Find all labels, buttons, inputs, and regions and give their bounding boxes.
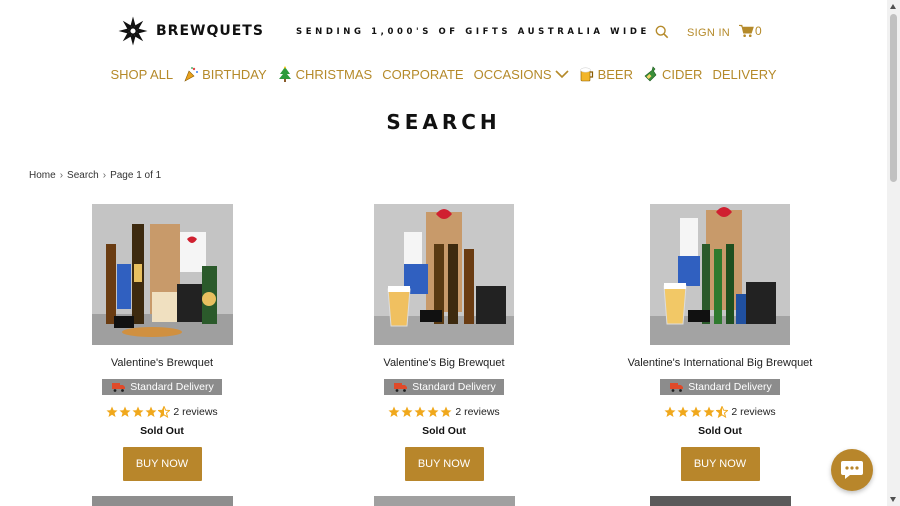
badge-label: Standard Delivery — [130, 381, 214, 393]
star-rating — [388, 406, 452, 418]
product-title[interactable]: Valentine's Big Brewquet — [324, 357, 564, 369]
badge-label: Standard Delivery — [688, 381, 772, 393]
star-full-icon — [440, 406, 452, 417]
product-rating[interactable]: 2 reviews — [600, 406, 840, 418]
cart-icon — [739, 24, 754, 37]
buy-now-button[interactable]: BUY NOW — [680, 447, 760, 481]
product-card: Valentine's Brewquet Standard Delivery 2… — [42, 204, 282, 481]
party-popper-icon — [184, 67, 199, 82]
star-full-icon — [664, 406, 676, 417]
star-rating — [664, 406, 729, 418]
product-image[interactable] — [91, 204, 233, 345]
nav-label: SHOP ALL — [110, 66, 174, 82]
nav-beer[interactable]: BEER — [574, 64, 638, 84]
scroll-thumb[interactable] — [890, 14, 897, 182]
review-count: 2 reviews — [731, 406, 776, 418]
nav-label: CIDER — [662, 66, 703, 82]
page-title: SEARCH — [386, 110, 501, 134]
star-full-icon — [119, 406, 131, 417]
product-card: Valentine's Big Brewquet Standard Delive… — [324, 204, 564, 481]
product-rating[interactable]: 2 reviews — [324, 406, 564, 418]
site-header: BREWQUETS SENDING 1,000'S OF GIFTS AUSTR… — [0, 0, 887, 60]
nav-birthday[interactable]: BIRTHDAY — [178, 64, 272, 84]
truck-icon — [670, 383, 684, 392]
nav-label: BIRTHDAY — [202, 66, 267, 82]
star-rating — [106, 406, 171, 418]
review-count: 2 reviews — [173, 406, 218, 418]
delivery-badge: Standard Delivery — [660, 379, 780, 395]
star-full-icon — [401, 406, 413, 417]
breadcrumb-home[interactable]: Home — [29, 170, 56, 181]
search-icon[interactable] — [655, 25, 669, 39]
christmas-tree-icon — [278, 66, 291, 82]
chevron-down-icon — [555, 70, 569, 79]
cart-count: 0 — [755, 24, 762, 38]
badge-label: Standard Delivery — [412, 381, 496, 393]
truck-icon — [112, 383, 126, 392]
nav-label: BEER — [597, 66, 633, 82]
stock-status: Sold Out — [698, 425, 742, 437]
scroll-down-arrow[interactable] — [890, 497, 896, 502]
star-full-icon — [132, 406, 144, 417]
product-image-partial[interactable] — [650, 496, 791, 506]
logo[interactable]: BREWQUETS — [116, 14, 264, 48]
stock-status: Sold Out — [140, 425, 184, 437]
nav-shop-all[interactable]: SHOP ALL — [105, 64, 178, 84]
nav-occasions[interactable]: OCCASIONS — [469, 64, 574, 84]
tagline: SENDING 1,000'S OF GIFTS AUSTRALIA WIDE — [296, 27, 650, 37]
buy-now-button[interactable]: BUY NOW — [404, 447, 484, 481]
star-full-icon — [414, 406, 426, 417]
star-full-icon — [106, 406, 118, 417]
star-full-icon — [690, 406, 702, 417]
chat-bubble-icon — [841, 461, 863, 479]
main-nav: SHOP ALL BIRTHDAY CHRISTMAS CORPORATE OC… — [0, 64, 887, 84]
gift-hamper-image — [650, 204, 790, 345]
review-count: 2 reviews — [455, 406, 500, 418]
star-full-icon — [145, 406, 157, 417]
product-rating[interactable]: 2 reviews — [42, 406, 282, 418]
breadcrumb-search[interactable]: Search — [67, 170, 99, 181]
product-image-partial[interactable] — [92, 496, 233, 506]
star-full-icon — [677, 406, 689, 417]
breadcrumb-separator: › — [102, 170, 107, 181]
star-full-icon — [703, 406, 715, 417]
sign-in-link[interactable]: SIGN IN — [687, 27, 730, 39]
delivery-badge: Standard Delivery — [102, 379, 222, 395]
breadcrumb: Home › Search › Page 1 of 1 — [29, 170, 161, 181]
bottle-icon — [644, 66, 657, 82]
truck-icon — [394, 383, 408, 392]
beer-mug-icon — [579, 67, 593, 82]
page-scrollbar[interactable] — [887, 0, 900, 506]
logo-flower-icon — [118, 16, 148, 46]
scroll-up-arrow[interactable] — [890, 4, 896, 9]
stock-status: Sold Out — [422, 425, 466, 437]
product-card: Valentine's International Big Brewquet S… — [600, 204, 840, 481]
chat-button[interactable] — [831, 449, 873, 491]
product-image[interactable] — [650, 204, 790, 345]
buy-now-button[interactable]: BUY NOW — [122, 447, 202, 481]
nav-cider[interactable]: CIDER — [638, 64, 707, 84]
product-image-partial[interactable] — [374, 496, 515, 506]
gift-hamper-image — [374, 204, 514, 345]
product-title[interactable]: Valentine's International Big Brewquet — [600, 357, 840, 369]
nav-corporate[interactable]: CORPORATE — [377, 64, 468, 84]
nav-christmas[interactable]: CHRISTMAS — [272, 64, 378, 84]
cart-button[interactable]: 0 — [739, 24, 762, 38]
nav-delivery[interactable]: DELIVERY — [707, 64, 781, 84]
nav-label: CHRISTMAS — [295, 66, 373, 82]
breadcrumb-current: Page 1 of 1 — [110, 170, 162, 181]
nav-label: DELIVERY — [712, 66, 777, 82]
gift-hamper-image — [91, 204, 233, 345]
delivery-badge: Standard Delivery — [384, 379, 504, 395]
nav-label: OCCASIONS — [473, 66, 552, 82]
star-half-icon — [158, 406, 171, 418]
star-full-icon — [427, 406, 439, 417]
product-title[interactable]: Valentine's Brewquet — [42, 357, 282, 369]
logo-text: BREWQUETS — [156, 23, 264, 39]
star-half-icon — [716, 406, 729, 418]
star-full-icon — [388, 406, 400, 417]
nav-label: CORPORATE — [382, 66, 464, 82]
breadcrumb-separator: › — [59, 170, 64, 181]
product-image[interactable] — [374, 204, 514, 345]
